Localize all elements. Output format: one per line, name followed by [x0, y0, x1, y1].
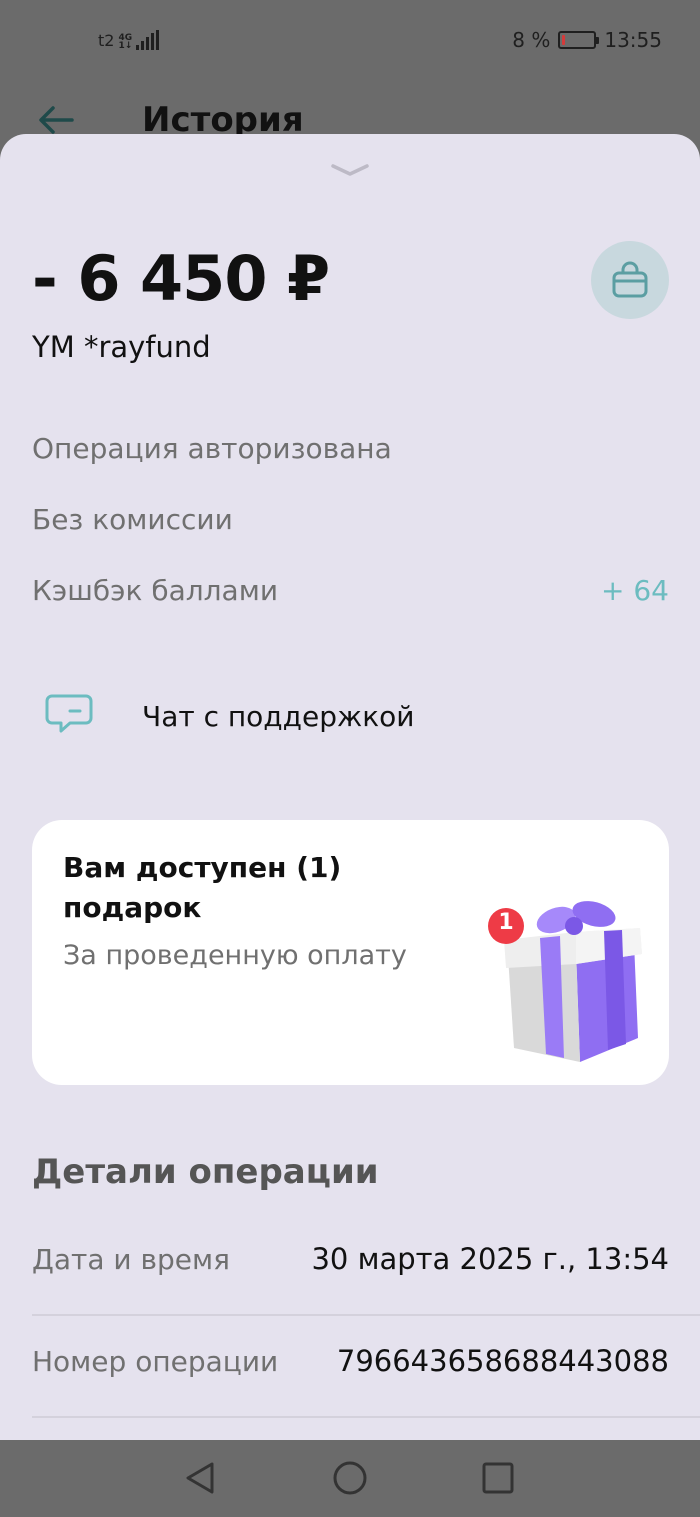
merchant-name: YM *rayfund [32, 330, 211, 364]
operation-status-text: Операция авторизована [32, 432, 392, 465]
cashback-value: + 64 [601, 574, 669, 607]
gift-box-icon: 1 [484, 898, 669, 1085]
detail-label: Дата и время [32, 1242, 230, 1276]
shopping-bag-icon [591, 241, 669, 319]
gift-badge-count: 1 [498, 910, 514, 935]
network-type-badge: 4G 1↓ [118, 34, 133, 51]
gift-title: Вам доступен (1) подарок [63, 851, 342, 924]
detail-label: Номер операции [32, 1344, 279, 1378]
detail-row-datetime: Дата и время 30 марта 2025 г., 13:54 [32, 1242, 669, 1276]
detail-row-operation-number[interactable]: Номер операции 79664365868844308​8 [32, 1344, 669, 1378]
divider [32, 1314, 700, 1316]
operation-status: Операция авторизована [32, 432, 669, 465]
details-section-title: Детали операции [32, 1152, 379, 1192]
detail-value: 30 марта 2025 г., 13:54 [311, 1242, 669, 1276]
square-recents-icon[interactable] [480, 1460, 516, 1496]
battery-level [562, 35, 566, 45]
circle-home-icon[interactable] [332, 1460, 368, 1496]
system-nav-bar [0, 1440, 700, 1517]
carrier-name: t2 [98, 31, 115, 50]
triangle-back-icon[interactable] [182, 1460, 218, 1496]
carrier-indicator: t2 4G 1↓ [98, 30, 160, 51]
detail-value: 79664365868844308​8 [336, 1344, 669, 1378]
gift-banner[interactable]: Вам доступен (1) подарок За проведенную … [32, 820, 669, 1085]
support-chat-label: Чат с поддержкой [142, 699, 415, 733]
transaction-sheet: - 6 450 ₽ YM *rayfund Операция авторизов… [0, 134, 700, 1440]
transaction-amount: - 6 450 ₽ [32, 242, 330, 315]
battery-icon [558, 31, 600, 49]
chevron-down-icon[interactable] [330, 162, 370, 178]
status-bar: t2 4G 1↓ 8 % 13:55 [0, 0, 700, 84]
cashback-row: Кэшбэк баллами + 64 [32, 574, 669, 607]
divider [32, 1416, 700, 1418]
battery-percent: 8 % [512, 28, 551, 52]
chat-bubble-icon [44, 692, 94, 740]
cashback-label: Кэшбэк баллами [32, 574, 279, 607]
support-chat-button[interactable]: Чат с поддержкой [44, 690, 644, 742]
status-right: 8 % 13:55 [512, 28, 662, 52]
commission-text: Без комиссии [32, 503, 233, 536]
network-activity: 1↓ [118, 41, 133, 51]
clock: 13:55 [604, 28, 662, 52]
gift-subtitle: За проведенную оплату [63, 940, 407, 971]
signal-icon [136, 30, 160, 50]
commission-info: Без комиссии [32, 503, 669, 536]
